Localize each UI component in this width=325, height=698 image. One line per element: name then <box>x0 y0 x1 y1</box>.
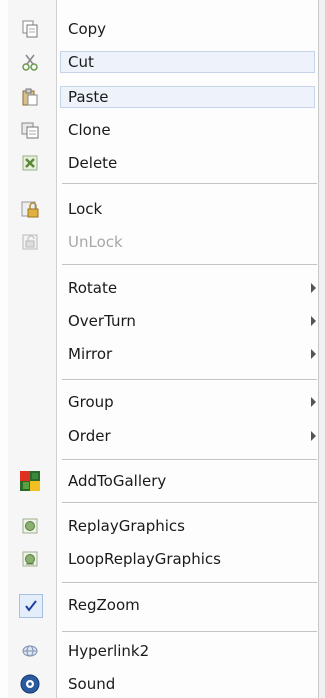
menu-item-label: ReplayGraphics <box>68 517 185 535</box>
delete-icon <box>19 152 41 174</box>
menu-item-label: LoopReplayGraphics <box>68 550 221 568</box>
menu-item-label: Rotate <box>68 279 118 297</box>
scissors-icon <box>19 51 41 73</box>
menu-item-label: Group <box>68 393 114 411</box>
checkmark-icon <box>19 594 43 618</box>
menu-separator <box>62 502 317 504</box>
menu-item-group[interactable]: Group <box>0 388 319 416</box>
menu-item-loop-replay-graphics[interactable]: LoopReplayGraphics <box>0 545 319 573</box>
menu-item-replay-graphics[interactable]: ReplayGraphics <box>0 512 319 540</box>
menu-item-label: Sound <box>68 675 116 693</box>
menu-item-label: Delete <box>68 154 118 172</box>
menu-item-unlock[interactable]: UnLock <box>0 228 319 256</box>
menu-item-sound[interactable]: Sound <box>0 670 319 698</box>
menu-item-label: Clone <box>68 121 111 139</box>
lock-icon <box>19 198 41 220</box>
menu-item-paste[interactable]: Paste <box>0 83 319 111</box>
menu-separator <box>62 379 317 381</box>
menu-separator <box>62 264 317 266</box>
sound-icon <box>19 673 41 695</box>
copy-icon <box>19 18 41 40</box>
menu-item-label: Paste <box>68 88 109 106</box>
menu-right-edge <box>318 0 325 698</box>
submenu-arrow-icon <box>311 283 316 293</box>
submenu-arrow-icon <box>311 349 316 359</box>
menu-separator <box>62 582 317 584</box>
menu-item-label: Hyperlink2 <box>68 642 150 660</box>
menu-item-clone[interactable]: Clone <box>0 116 319 144</box>
menu-separator <box>62 183 317 185</box>
unlock-icon <box>19 231 41 253</box>
menu-item-label: Order <box>68 427 111 445</box>
replay-icon <box>19 515 41 537</box>
menu-item-label: Mirror <box>68 345 113 363</box>
menu-item-label: RegZoom <box>68 596 140 614</box>
menu-item-copy[interactable]: Copy <box>0 15 319 43</box>
menu-item-label: Lock <box>68 200 103 218</box>
menu-item-lock[interactable]: Lock <box>0 195 319 223</box>
menu-item-label: Cut <box>68 53 94 71</box>
gallery-icon <box>19 470 41 492</box>
submenu-arrow-icon <box>311 397 316 407</box>
menu-item-rotate[interactable]: Rotate <box>0 274 319 302</box>
menu-separator <box>62 631 317 633</box>
menu-item-hyperlink2[interactable]: Hyperlink2 <box>0 637 319 665</box>
menu-item-overturn[interactable]: OverTurn <box>0 307 319 335</box>
clone-icon <box>19 119 41 141</box>
menu-item-label: Copy <box>68 20 107 38</box>
menu-item-label: OverTurn <box>68 312 136 330</box>
paste-icon <box>19 86 41 108</box>
menu-item-add-to-gallery[interactable]: AddToGallery <box>0 467 319 495</box>
submenu-arrow-icon <box>311 316 316 326</box>
menu-item-delete[interactable]: Delete <box>0 149 319 177</box>
loop-replay-icon <box>19 548 41 570</box>
menu-item-label: AddToGallery <box>68 472 167 490</box>
menu-item-reg-zoom[interactable]: RegZoom <box>0 591 319 619</box>
menu-item-order[interactable]: Order <box>0 422 319 450</box>
submenu-arrow-icon <box>311 431 316 441</box>
menu-item-label: UnLock <box>68 233 123 251</box>
menu-item-cut[interactable]: Cut <box>0 48 319 76</box>
menu-separator <box>62 459 317 461</box>
menu-item-mirror[interactable]: Mirror <box>0 340 319 368</box>
hyperlink-icon <box>19 640 41 662</box>
context-menu: Copy Cut Paste Clone Delete Lock UnLock … <box>0 0 325 698</box>
